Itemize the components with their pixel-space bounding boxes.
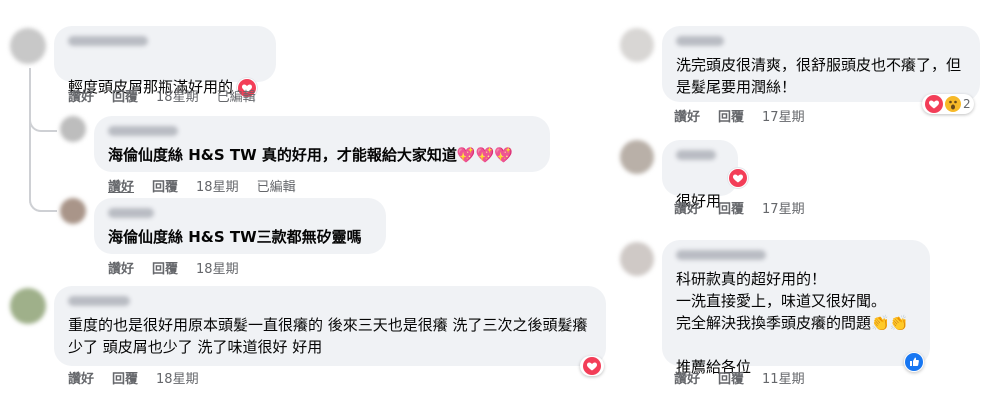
reply-button[interactable]: 回覆 [718,198,744,217]
wow-react-icon [945,96,961,112]
avatar[interactable] [10,288,46,324]
avatar[interactable] [60,116,86,142]
reaction-count: 2 [963,97,971,111]
comment-actions: 讚好 回覆 17星期 [674,106,805,125]
timestamp[interactable]: 17星期 [762,106,805,125]
comment-text: 海倫仙度絲 H&S TW三款都無矽靈嗎 [108,228,362,246]
comment-bubble: 海倫仙度絲 H&S TW三款都無矽靈嗎 [94,198,386,254]
like-button[interactable]: 讚好 [68,86,94,105]
reply-button[interactable]: 回覆 [152,258,178,277]
comment-text: 科研款真的超好用的！ 一洗直接愛上，味道又很好聞。 完全解決我換季頭皮癢的問題👏… [676,270,909,376]
reply-button[interactable]: 回覆 [152,176,178,195]
comment-actions: 讚好 回覆 18星期 [68,368,199,387]
comment-actions: 讚好 回覆 18星期 已編輯 [108,176,296,195]
reply-button[interactable]: 回覆 [718,368,744,387]
like-button[interactable]: 讚好 [68,368,94,387]
author-name[interactable] [68,36,148,46]
comment-text: 洗完頭皮很清爽，很舒服頭皮也不癢了，但是髮尾要用潤絲！ [676,56,962,96]
comment-bubble: 海倫仙度絲 H&S TW 真的好用，才能報給大家知道💖💖💖 [94,116,550,172]
comment-text: 海倫仙度絲 H&S TW 真的好用，才能報給大家知道💖💖💖 [108,146,513,164]
thread-connector [29,112,57,132]
comment-bubble: 很好用 [662,140,748,210]
edited-label: 已編輯 [216,90,256,105]
edited-label: 已編輯 [256,180,296,195]
avatar[interactable] [60,198,86,224]
heart-react-icon [728,168,748,188]
author-name[interactable] [676,250,766,260]
author-name[interactable] [676,36,724,46]
avatar[interactable] [620,242,654,276]
heart-react-icon [583,357,601,375]
timestamp[interactable]: 18星期 [196,258,239,277]
comment-actions: 讚好 回覆 18星期 已編輯 [68,86,256,105]
timestamp[interactable]: 18星期 [196,176,239,195]
comment-bubble: 科研款真的超好用的！ 一洗直接愛上，味道又很好聞。 完全解決我換季頭皮癢的問題👏… [662,240,930,376]
comment-actions: 讚好 回覆 11星期 [674,368,805,387]
reply-button[interactable]: 回覆 [112,86,138,105]
comment-text: 重度的也是很好用原本頭髮一直很癢的 後來三天也是很癢 洗了三次之後頭髮癢少了 頭… [68,316,588,356]
reaction-summary[interactable]: 2 [922,94,974,114]
comment-bubble: 洗完頭皮很清爽，很舒服頭皮也不癢了，但是髮尾要用潤絲！ [662,26,980,102]
like-react-icon [905,353,923,371]
author-name[interactable] [108,208,154,218]
comment-bubble: 輕度頭皮屑那瓶滿好用的 [54,26,276,98]
avatar[interactable] [620,140,654,174]
like-button[interactable]: 讚好 [674,106,700,125]
timestamp[interactable]: 18星期 [156,86,199,105]
comment-actions: 讚好 回覆 17星期 [674,198,805,217]
avatar[interactable] [10,28,46,64]
like-button[interactable]: 讚好 [674,198,700,217]
reply-button[interactable]: 回覆 [718,106,744,125]
like-button[interactable]: 讚好 [108,176,134,195]
reaction-summary[interactable] [904,352,924,372]
comment-bubble: 重度的也是很好用原本頭髮一直很癢的 後來三天也是很癢 洗了三次之後頭髮癢少了 頭… [54,286,606,366]
author-name[interactable] [108,126,178,136]
author-name[interactable] [68,296,130,306]
thread-connector [29,190,57,212]
avatar[interactable] [620,28,654,62]
reply-button[interactable]: 回覆 [112,368,138,387]
author-name[interactable] [676,150,716,160]
like-button[interactable]: 讚好 [674,368,700,387]
heart-react-icon [925,95,943,113]
timestamp[interactable]: 18星期 [156,368,199,387]
reaction-summary[interactable] [580,356,604,376]
like-button[interactable]: 讚好 [108,258,134,277]
timestamp[interactable]: 17星期 [762,198,805,217]
timestamp[interactable]: 11星期 [762,368,805,387]
comment-actions: 讚好 回覆 18星期 [108,258,239,277]
